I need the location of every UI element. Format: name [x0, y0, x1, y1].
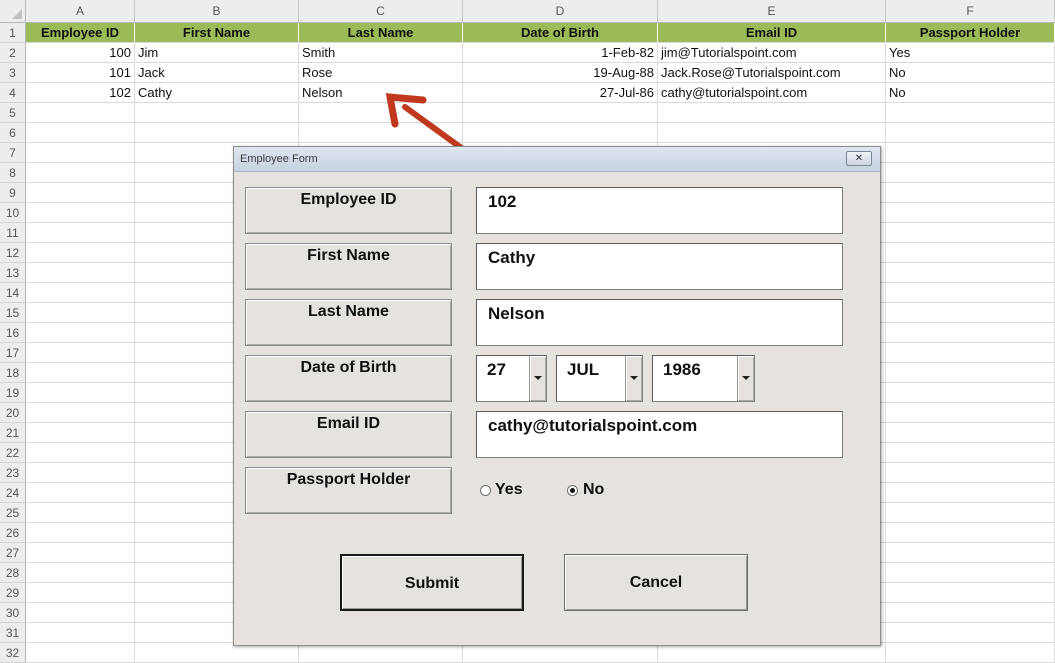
- chevron-down-icon: [630, 376, 638, 380]
- radio-selected-dot: [570, 488, 575, 493]
- employee-form-dialog: Employee Form ✕ Employee ID 102 First Na…: [233, 146, 881, 646]
- dob-day-value: 27: [487, 360, 506, 379]
- last-name-field[interactable]: Nelson: [476, 299, 843, 346]
- email-label: Email ID: [245, 411, 452, 458]
- submit-button[interactable]: Submit: [340, 554, 524, 611]
- last-name-label: Last Name: [245, 299, 452, 346]
- passport-yes-radio[interactable]: [480, 485, 491, 496]
- passport-label: Passport Holder: [245, 467, 452, 514]
- dialog-titlebar[interactable]: Employee Form ✕: [234, 147, 880, 172]
- close-icon: ✕: [854, 153, 864, 164]
- dob-year-dropdown-button[interactable]: [737, 356, 754, 401]
- dob-day-combo[interactable]: 27: [476, 355, 547, 402]
- dialog-title: Employee Form: [240, 153, 318, 165]
- passport-yes-label[interactable]: Yes: [495, 481, 523, 499]
- employee-id-label: Employee ID: [245, 187, 452, 234]
- employee-id-field[interactable]: 102: [476, 187, 843, 234]
- cancel-button[interactable]: Cancel: [564, 554, 748, 611]
- passport-no-radio[interactable]: [567, 485, 578, 496]
- dob-label: Date of Birth: [245, 355, 452, 402]
- first-name-label: First Name: [245, 243, 452, 290]
- chevron-down-icon: [534, 376, 542, 380]
- chevron-down-icon: [742, 376, 750, 380]
- first-name-field[interactable]: Cathy: [476, 243, 843, 290]
- dob-year-value: 1986: [663, 360, 701, 379]
- dob-month-value: JUL: [567, 360, 600, 379]
- dob-day-dropdown-button[interactable]: [529, 356, 546, 401]
- passport-no-label[interactable]: No: [583, 481, 604, 499]
- dob-year-combo[interactable]: 1986: [652, 355, 755, 402]
- dob-month-dropdown-button[interactable]: [625, 356, 642, 401]
- close-button[interactable]: ✕: [846, 151, 872, 166]
- email-field[interactable]: cathy@tutorialspoint.com: [476, 411, 843, 458]
- dob-month-combo[interactable]: JUL: [556, 355, 643, 402]
